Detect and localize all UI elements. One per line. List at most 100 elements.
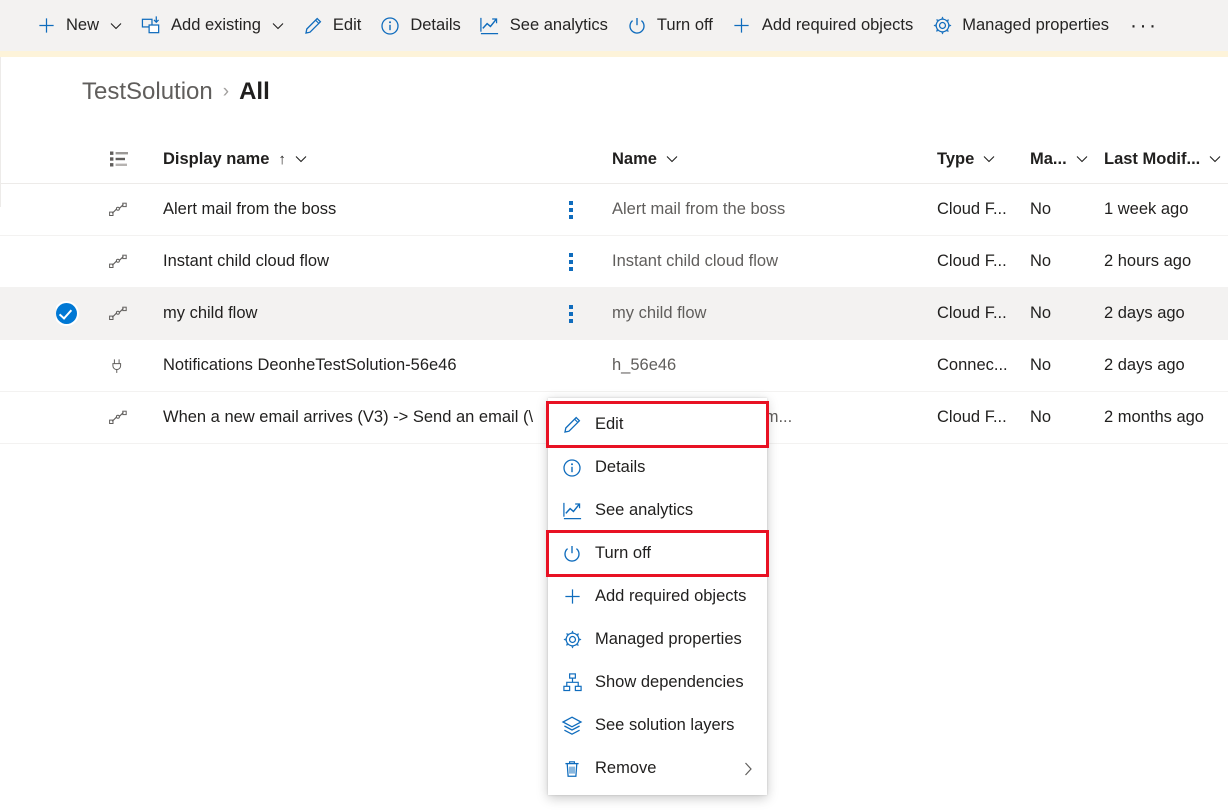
command-overflow-button[interactable]: ··· bbox=[1118, 15, 1170, 36]
pencil-icon bbox=[302, 15, 324, 37]
row-more-actions-icon[interactable] bbox=[560, 288, 582, 339]
command-managed-properties[interactable]: Managed properties bbox=[922, 6, 1118, 46]
chevron-down-icon bbox=[110, 22, 122, 30]
analytics-icon bbox=[560, 499, 584, 523]
column-header-last-modified[interactable]: Last Modif... bbox=[1104, 135, 1221, 183]
command-edit-label: Edit bbox=[333, 16, 361, 35]
row-last-modified: 1 week ago bbox=[1104, 184, 1228, 235]
gear-icon bbox=[931, 15, 953, 37]
context-menu-item-details-label: Details bbox=[595, 458, 645, 477]
context-menu-item-remove-label: Remove bbox=[595, 759, 656, 778]
power-icon bbox=[626, 15, 648, 37]
row-managed: No bbox=[1030, 184, 1090, 235]
add-existing-icon bbox=[140, 15, 162, 37]
command-edit[interactable]: Edit bbox=[293, 6, 370, 46]
command-add-required-objects[interactable]: Add required objects bbox=[722, 6, 922, 46]
checkmark-icon bbox=[56, 303, 77, 324]
plus-icon bbox=[35, 15, 57, 37]
command-turn-off-label: Turn off bbox=[657, 16, 713, 35]
breadcrumb-current: All bbox=[239, 78, 270, 106]
row-type: Cloud F... bbox=[937, 236, 1009, 287]
row-name: my child flow bbox=[612, 288, 912, 339]
table-row[interactable]: my child flow my child flow Cloud F... N… bbox=[0, 288, 1228, 340]
column-header-display-name[interactable]: Display name ↑ bbox=[163, 135, 307, 183]
column-header-managed-label: Ma... bbox=[1030, 150, 1067, 169]
command-new[interactable]: New bbox=[26, 6, 131, 46]
chevron-down-icon bbox=[983, 155, 995, 163]
chevron-right-icon bbox=[744, 762, 753, 776]
row-context-menu: Edit Details See analytic bbox=[548, 398, 767, 795]
row-managed: No bbox=[1030, 236, 1090, 287]
row-display-name[interactable]: Notifications DeonheTestSolution-56e46 bbox=[163, 340, 563, 391]
command-new-label: New bbox=[66, 16, 99, 35]
pencil-icon bbox=[560, 413, 584, 437]
table-row[interactable]: Alert mail from the boss Alert mail from… bbox=[0, 184, 1228, 236]
context-menu-item-edit-label: Edit bbox=[595, 415, 623, 434]
command-add-existing[interactable]: Add existing bbox=[131, 6, 293, 46]
breadcrumb: TestSolution › All bbox=[82, 78, 270, 106]
column-header-name[interactable]: Name bbox=[612, 135, 678, 183]
context-menu-item-see-solution-layers-label: See solution layers bbox=[595, 716, 734, 735]
row-last-modified: 2 months ago bbox=[1104, 392, 1228, 443]
layers-icon bbox=[560, 714, 584, 738]
list-view-icon[interactable] bbox=[108, 148, 130, 170]
column-header-display-name-label: Display name bbox=[163, 150, 269, 169]
context-menu-item-remove[interactable]: Remove bbox=[548, 747, 767, 790]
column-header-name-label: Name bbox=[612, 150, 657, 169]
sort-ascending-icon: ↑ bbox=[278, 151, 286, 168]
row-type: Cloud F... bbox=[937, 288, 1009, 339]
chevron-down-icon bbox=[295, 155, 307, 163]
trash-icon bbox=[560, 757, 584, 781]
context-menu-item-details[interactable]: Details bbox=[548, 446, 767, 489]
context-menu-item-turn-off[interactable]: Turn off bbox=[548, 532, 767, 575]
context-menu-item-managed-properties-label: Managed properties bbox=[595, 630, 742, 649]
command-see-analytics-label: See analytics bbox=[510, 16, 608, 35]
context-menu-item-show-dependencies[interactable]: Show dependencies bbox=[548, 661, 767, 704]
command-details-label: Details bbox=[410, 16, 460, 35]
chevron-down-icon bbox=[272, 22, 284, 30]
row-type: Connec... bbox=[937, 340, 1009, 391]
plus-icon bbox=[731, 15, 753, 37]
row-managed: No bbox=[1030, 392, 1090, 443]
row-display-name[interactable]: my child flow bbox=[163, 288, 548, 339]
row-checkbox[interactable] bbox=[56, 288, 84, 339]
command-see-analytics[interactable]: See analytics bbox=[470, 6, 617, 46]
breadcrumb-separator-icon: › bbox=[223, 81, 229, 103]
analytics-icon bbox=[479, 15, 501, 37]
context-menu-item-managed-properties[interactable]: Managed properties bbox=[548, 618, 767, 661]
context-menu-item-add-required-objects[interactable]: Add required objects bbox=[548, 575, 767, 618]
row-managed: No bbox=[1030, 288, 1090, 339]
command-managed-properties-label: Managed properties bbox=[962, 16, 1109, 35]
row-display-name[interactable]: When a new email arrives (V3) -> Send an… bbox=[163, 392, 563, 443]
row-display-name[interactable]: Instant child cloud flow bbox=[163, 236, 548, 287]
context-menu-item-see-analytics[interactable]: See analytics bbox=[548, 489, 767, 532]
chevron-down-icon bbox=[666, 155, 678, 163]
context-menu-item-edit[interactable]: Edit bbox=[548, 403, 767, 446]
context-menu-item-see-analytics-label: See analytics bbox=[595, 501, 693, 520]
row-type: Cloud F... bbox=[937, 392, 1009, 443]
table-row[interactable]: Notifications DeonheTestSolution-56e46 h… bbox=[0, 340, 1228, 392]
row-last-modified: 2 hours ago bbox=[1104, 236, 1228, 287]
column-header-type[interactable]: Type bbox=[937, 135, 995, 183]
row-more-actions-icon[interactable] bbox=[560, 184, 582, 235]
command-turn-off[interactable]: Turn off bbox=[617, 6, 722, 46]
column-header-type-label: Type bbox=[937, 150, 974, 169]
row-type: Cloud F... bbox=[937, 184, 1009, 235]
cloud-flow-icon bbox=[108, 184, 134, 235]
row-display-name[interactable]: Alert mail from the boss bbox=[163, 184, 548, 235]
column-header-managed[interactable]: Ma... bbox=[1030, 135, 1088, 183]
table-row[interactable]: Instant child cloud flow Instant child c… bbox=[0, 236, 1228, 288]
context-menu-item-see-solution-layers[interactable]: See solution layers bbox=[548, 704, 767, 747]
row-name: Alert mail from the boss bbox=[612, 184, 912, 235]
info-icon bbox=[379, 15, 401, 37]
power-icon bbox=[560, 542, 584, 566]
command-details[interactable]: Details bbox=[370, 6, 469, 46]
cloud-flow-icon bbox=[108, 288, 134, 339]
row-more-actions-icon[interactable] bbox=[560, 236, 582, 287]
chevron-down-icon bbox=[1209, 155, 1221, 163]
breadcrumb-parent[interactable]: TestSolution bbox=[82, 78, 213, 106]
row-name: Instant child cloud flow bbox=[612, 236, 912, 287]
command-add-existing-label: Add existing bbox=[171, 16, 261, 35]
cloud-flow-icon bbox=[108, 392, 134, 443]
context-menu-item-show-dependencies-label: Show dependencies bbox=[595, 673, 744, 692]
